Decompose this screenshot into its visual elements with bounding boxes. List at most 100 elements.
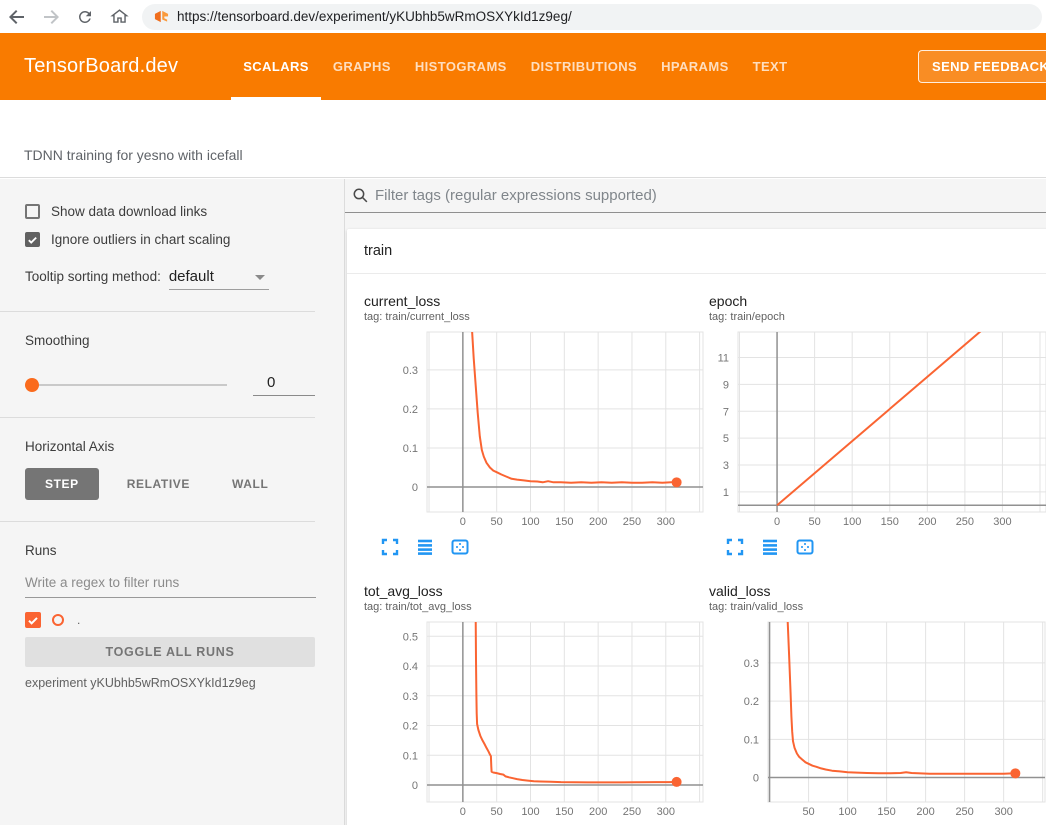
svg-text:100: 100 [838, 806, 856, 817]
svg-text:150: 150 [877, 806, 895, 817]
chart-valid_loss: valid_losstag: train/valid_loss501001502… [709, 582, 1046, 825]
forward-arrow-icon [41, 7, 61, 27]
tooltip-sorting-value: default [169, 268, 214, 285]
svg-text:7: 7 [723, 406, 729, 418]
app-logo: TensorBoard.dev [24, 55, 178, 78]
svg-text:0: 0 [774, 516, 780, 527]
svg-text:250: 250 [956, 516, 974, 527]
smoothing-value-field[interactable]: 0 [253, 374, 315, 396]
toggle-all-runs-button[interactable]: TOGGLE ALL RUNS [25, 637, 315, 667]
forward-button[interactable] [34, 3, 68, 31]
svg-text:0.1: 0.1 [403, 443, 418, 455]
tab-scalars[interactable]: SCALARS [231, 33, 321, 100]
tag-group-label: train [364, 243, 392, 259]
tag-group-header[interactable]: train [347, 229, 1046, 274]
show-download-links-checkbox[interactable] [25, 204, 40, 219]
runs-label: Runs [25, 543, 344, 558]
send-feedback-button[interactable]: SEND FEEDBACK [918, 50, 1046, 83]
svg-text:200: 200 [916, 806, 934, 817]
svg-text:100: 100 [843, 516, 861, 527]
chart-canvas[interactable]: 05010015020025030000.10.20.3 [364, 327, 704, 527]
svg-text:0.1: 0.1 [744, 734, 759, 746]
back-arrow-icon [7, 7, 27, 27]
svg-text:0.3: 0.3 [744, 658, 759, 670]
svg-text:200: 200 [589, 516, 607, 527]
log-scale-button[interactable] [761, 538, 779, 556]
svg-text:100: 100 [521, 516, 539, 527]
smoothing-slider[interactable] [25, 384, 227, 386]
svg-text:0.3: 0.3 [403, 365, 418, 377]
horizontal-axis-label: Horizontal Axis [25, 439, 344, 454]
chart-tag: tag: train/epoch [709, 310, 1046, 325]
step-axis-button[interactable]: STEP [25, 468, 99, 500]
svg-text:250: 250 [623, 806, 641, 817]
fullscreen-icon [726, 538, 744, 556]
tab-hparams[interactable]: HPARAMS [649, 33, 741, 100]
fit-domain-button[interactable] [451, 538, 469, 556]
url-text: https://tensorboard.dev/experiment/yKUbh… [177, 9, 572, 24]
nav-tabs: SCALARSGRAPHSHISTOGRAMSDISTRIBUTIONSHPAR… [231, 33, 799, 100]
chart-canvas[interactable]: 05010015020025030000.10.20.30.40.5 [364, 617, 704, 817]
runs-filter-input[interactable] [25, 571, 316, 598]
svg-text:0: 0 [460, 516, 466, 527]
tensorboard-page: https://tensorboard.dev/experiment/yKUbh… [0, 0, 1046, 825]
tab-histograms[interactable]: HISTOGRAMS [403, 33, 519, 100]
svg-text:5: 5 [723, 433, 729, 445]
filter-tags-input[interactable] [375, 187, 975, 204]
svg-text:150: 150 [881, 516, 899, 527]
tab-text[interactable]: TEXT [741, 33, 800, 100]
expand-chart-button[interactable] [726, 538, 744, 556]
address-bar[interactable]: https://tensorboard.dev/experiment/yKUbh… [142, 4, 1042, 30]
svg-text:150: 150 [555, 516, 573, 527]
app-header: TensorBoard.dev SCALARSGRAPHSHISTOGRAMSD… [0, 33, 1046, 100]
svg-text:0.3: 0.3 [403, 691, 418, 703]
home-icon [110, 7, 129, 26]
chart-canvas[interactable]: 5010015020025030000.10.20.3 [709, 617, 1046, 817]
horizontal-axis-options: STEP RELATIVE WALL [25, 468, 344, 500]
relative-axis-button[interactable]: RELATIVE [113, 468, 204, 500]
svg-text:300: 300 [657, 516, 675, 527]
wall-axis-button[interactable]: WALL [218, 468, 282, 500]
back-button[interactable] [0, 3, 34, 31]
chart-tag: tag: train/tot_avg_loss [364, 600, 709, 615]
log-scale-icon [416, 538, 434, 556]
run-checkbox[interactable] [25, 612, 41, 628]
svg-text:300: 300 [993, 516, 1011, 527]
chart-title: tot_avg_loss [364, 582, 709, 600]
svg-text:250: 250 [623, 516, 641, 527]
svg-text:0.2: 0.2 [403, 404, 418, 416]
svg-text:0.5: 0.5 [403, 631, 418, 643]
reload-button[interactable] [68, 3, 102, 31]
fit-domain-button[interactable] [796, 538, 814, 556]
svg-text:0.1: 0.1 [403, 750, 418, 762]
main-panel: train current_losstag: train/current_los… [345, 179, 1046, 825]
chart-title: valid_loss [709, 582, 1046, 600]
log-scale-icon [761, 538, 779, 556]
chart-tot_avg_loss: tot_avg_losstag: train/tot_avg_loss05010… [364, 582, 709, 825]
svg-text:0: 0 [412, 482, 418, 494]
tab-graphs[interactable]: GRAPHS [321, 33, 403, 100]
chart-canvas[interactable]: 0501001502002503001357911 [709, 327, 1046, 527]
ignore-outliers-checkbox[interactable] [25, 232, 40, 247]
charts-grid: current_losstag: train/current_loss05010… [347, 274, 1046, 825]
svg-text:9: 9 [723, 379, 729, 391]
tag-filter-row [345, 179, 1046, 213]
smoothing-label: Smoothing [25, 333, 344, 348]
log-scale-button[interactable] [416, 538, 434, 556]
chart-tag: tag: train/valid_loss [709, 600, 1046, 615]
svg-text:200: 200 [589, 806, 607, 817]
smoothing-slider-thumb[interactable] [25, 378, 39, 392]
browser-toolbar: https://tensorboard.dev/experiment/yKUbh… [0, 0, 1046, 33]
tooltip-sorting-select[interactable]: default [169, 268, 269, 290]
experiment-title-bar: TDNN training for yesno with icefall [0, 100, 1046, 178]
chart-toolbar [726, 538, 1046, 556]
svg-text:300: 300 [657, 806, 675, 817]
settings-sidebar: Show data download links Ignore outliers… [0, 179, 345, 825]
home-button[interactable] [102, 3, 136, 31]
reload-icon [76, 8, 94, 26]
chart-epoch: epochtag: train/epoch0501001502002503001… [709, 292, 1046, 582]
svg-text:100: 100 [521, 806, 539, 817]
expand-chart-button[interactable] [381, 538, 399, 556]
svg-text:0.4: 0.4 [403, 661, 418, 673]
tab-distributions[interactable]: DISTRIBUTIONS [519, 33, 649, 100]
